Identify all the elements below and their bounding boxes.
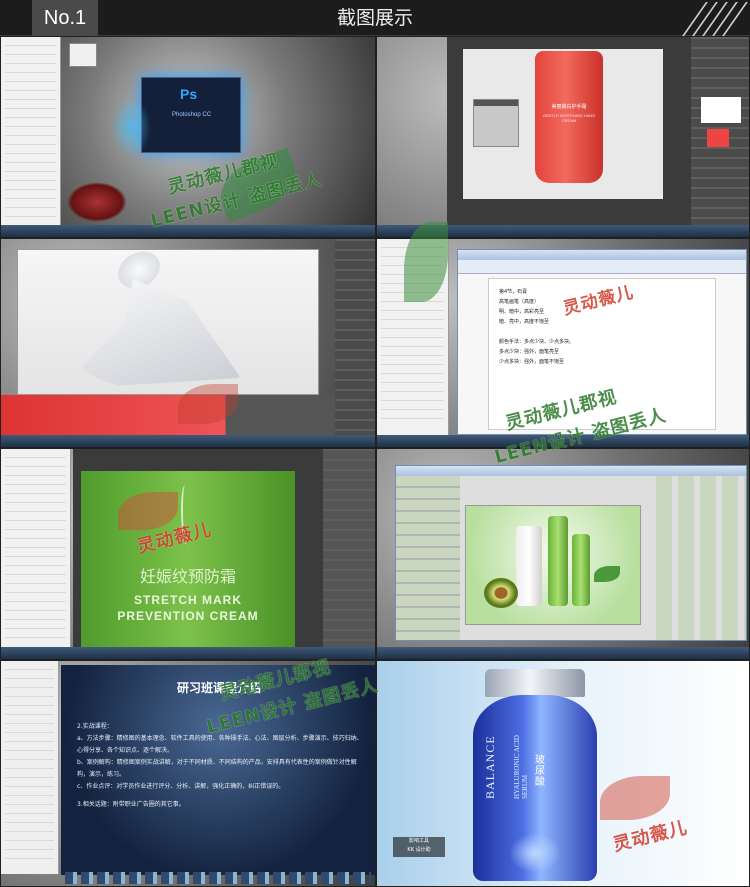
screenshot-grid: Ps Photoshop CC 美丽嫩白护手霜 GENTLE WHITENING…	[0, 36, 750, 887]
screenshot-hand-cream: 美丽嫩白护手霜 GENTLE WHITENING HAND CREAM	[376, 36, 750, 238]
tube-label-cn: 妊娠纹预防霜	[139, 567, 236, 586]
serum-text-en: HYALURONIC ACID SERUM	[513, 735, 529, 799]
header-bar: No.1 截图展示	[0, 0, 750, 46]
slash-decoration-icon	[680, 2, 748, 36]
serum-bottle: BALANCE HYALURONIC ACID SERUM 玻尿酸	[473, 695, 597, 881]
serum-cap	[485, 669, 585, 697]
serum-brand: BALANCE	[483, 735, 497, 799]
slide-item: a、方法步骤：精修图的基本理念、软件工具的使用、各种操手法、心法、图层分析、步骤…	[77, 735, 363, 754]
page-title: 截图展示	[336, 7, 413, 29]
slide-item: 3.相关话题：附带职业广告圈的其它事。	[77, 801, 185, 808]
hand-cream-tube: 美丽嫩白护手霜 GENTLE WHITENING HAND CREAM	[535, 51, 603, 183]
doc-line: 少点多块：强外，面笔不饱至	[499, 359, 565, 365]
ps-splash-box: Ps Photoshop CC	[141, 77, 241, 153]
serum-caption-2: KK 设计助	[407, 847, 431, 853]
ps-logo-icon: Ps	[180, 86, 198, 102]
slide-item: c、作业点评：对学员作业进行评分、分析、讲解，强化正确的，纠正错误的。	[77, 783, 285, 790]
screenshot-serum-bottle: BALANCE HYALURONIC ACID SERUM 玻尿酸 影响工具 K…	[376, 660, 750, 887]
tube-label-en: GENTLE WHITENING HAND CREAM	[542, 113, 596, 123]
screenshot-stretch-mark-cream: 妊娠纹预防霜 STRETCH MARK PREVENTION CREAM	[0, 448, 376, 660]
tube-label-en-2: PREVENTION CREAM	[117, 609, 259, 623]
green-tube: 妊娠纹预防霜 STRETCH MARK PREVENTION CREAM	[81, 471, 295, 649]
doc-line: 暗、亮中，高度不饱至	[499, 319, 550, 325]
tube-label-en-1: STRETCH MARK	[134, 593, 242, 607]
screenshot-skincare-set	[376, 448, 750, 660]
product-image	[465, 505, 641, 625]
serum-text-cn: 玻尿酸	[535, 755, 545, 788]
doc-line	[499, 327, 705, 337]
tube-label-cn: 美丽嫩白护手霜	[551, 104, 587, 110]
ps-product-name: Photoshop CC	[172, 112, 212, 118]
doc-line: 多点少块：强外，面笔亮至	[499, 349, 560, 355]
slide-item: b、案例解构：精修图案例实战讲解，对于不同材质、不同结构的产品，安排具有代表性的…	[77, 759, 357, 778]
doc-line: 颜色手法：多点少块、少点多块。	[499, 339, 575, 345]
serum-caption-1: 影响工具	[408, 838, 429, 844]
